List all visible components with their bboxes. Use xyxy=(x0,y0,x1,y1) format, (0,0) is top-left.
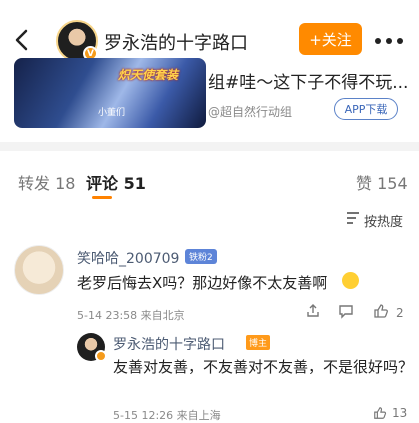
reply-text: 友善对友善，不友善对不友善，不是很好吗？ xyxy=(113,358,414,376)
comment-icon[interactable] xyxy=(338,303,354,323)
back-arrow-icon[interactable] xyxy=(8,26,36,54)
author-name[interactable]: 罗永浩的十字路口 xyxy=(104,29,248,55)
tab-repost[interactable]: 转发 18 xyxy=(18,170,75,194)
sort-label[interactable]: 按热度 xyxy=(364,211,403,230)
comment-text: 老罗后悔去X吗？那边好像不太友善啊 xyxy=(77,274,328,292)
post-topic[interactable]: @超自然行动组 xyxy=(208,103,292,120)
thumbnail-caption: 小董们 xyxy=(98,108,126,118)
reply-like-icon[interactable] xyxy=(373,406,387,423)
more-icon[interactable] xyxy=(375,38,405,46)
author-tag-badge: 博主 xyxy=(246,335,271,350)
reply-author-name[interactable]: 罗永浩的十字路口 xyxy=(113,334,225,354)
share-icon[interactable] xyxy=(305,303,321,323)
app-download-button[interactable]: APP下载 xyxy=(334,98,398,120)
tab-active-indicator xyxy=(92,196,112,199)
follow-button[interactable]: +关注 xyxy=(299,23,362,55)
thumbnail-title: 炽天使套装 xyxy=(118,68,179,82)
tab-like[interactable]: 赞 154 xyxy=(356,170,408,194)
like-count: 2 xyxy=(396,306,404,320)
laughing-emoji-icon xyxy=(342,272,359,289)
verified-icon xyxy=(95,350,107,362)
commenter-name[interactable]: 笑哈哈_200709 xyxy=(77,248,179,268)
like-icon[interactable] xyxy=(373,303,389,323)
sort-icon[interactable] xyxy=(345,210,361,230)
post-snippet[interactable]: 组#哇～这下子不得不玩... xyxy=(208,68,408,93)
reply-meta: 5-15 12:26 来自上海 xyxy=(113,409,221,422)
fan-level-badge: 铁粉2 xyxy=(185,249,217,264)
tab-comment[interactable]: 评论 51 xyxy=(86,170,146,194)
comment-meta: 5-14 23:58 来自北京 xyxy=(77,309,185,322)
commenter-avatar[interactable] xyxy=(14,245,64,295)
section-divider xyxy=(0,142,419,151)
